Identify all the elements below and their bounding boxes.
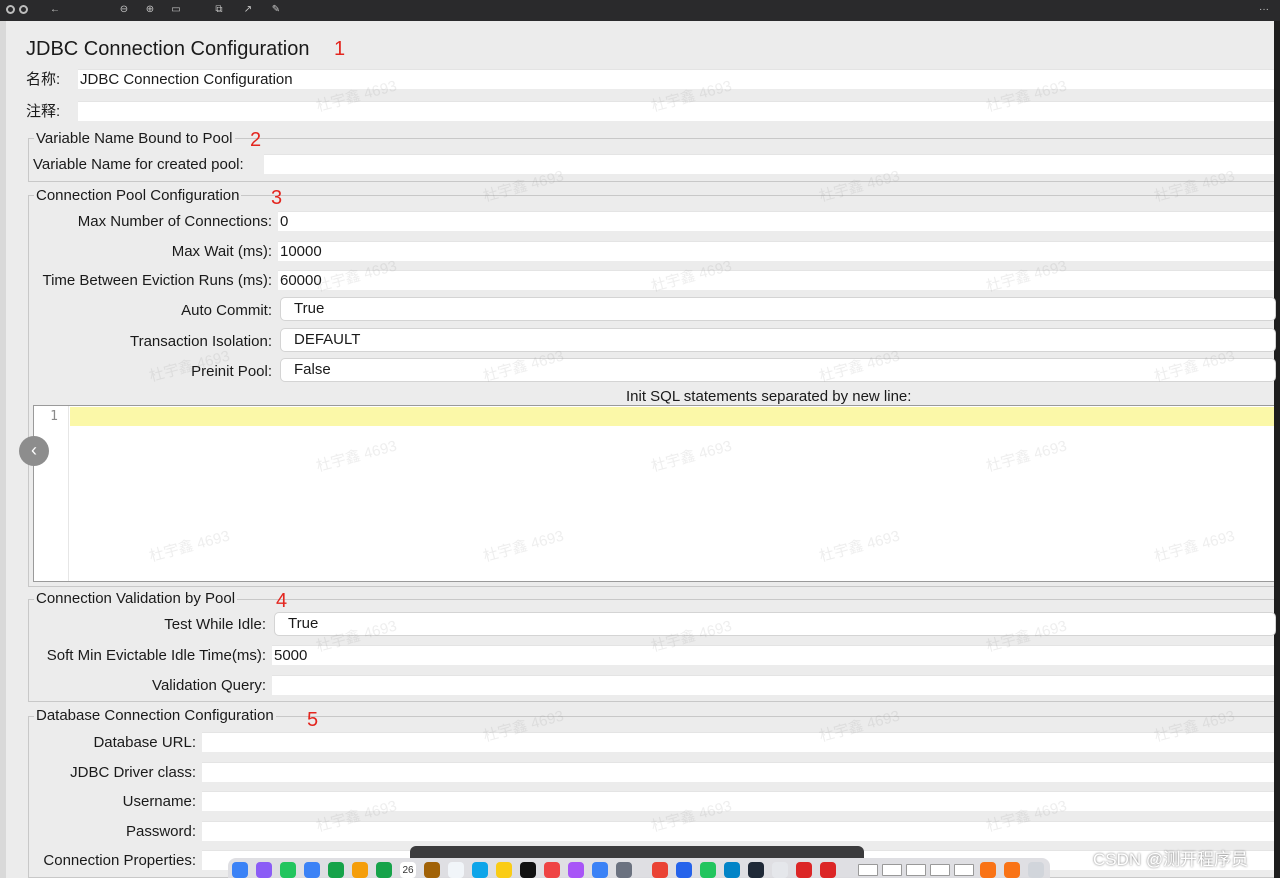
window-thumbnail[interactable]: [858, 864, 878, 876]
finder-icon[interactable]: [232, 862, 248, 878]
share-icon[interactable]: ↗: [241, 3, 255, 17]
comment-field[interactable]: [78, 101, 1274, 121]
pool-variable-field[interactable]: [264, 154, 1274, 174]
transaction-isolation-select[interactable]: DEFAULT: [280, 328, 1276, 352]
database-url-field[interactable]: [202, 732, 1274, 752]
eviction-runs-label: Time Between Eviction Runs (ms):: [42, 272, 272, 289]
password-field[interactable]: [202, 821, 1274, 841]
zoom-in-icon[interactable]: ⊕: [143, 3, 157, 17]
database-title: Database Connection Configuration: [34, 706, 276, 726]
annotation-marker: 2: [250, 129, 262, 151]
window-thumbnail[interactable]: [882, 864, 902, 876]
jmeter-icon[interactable]: [796, 862, 812, 878]
wechat-icon[interactable]: [700, 862, 716, 878]
previous-page-button[interactable]: ‹: [19, 436, 49, 466]
annotation-marker: 5: [307, 709, 319, 731]
page-title: JDBC Connection Configuration: [26, 38, 310, 60]
driver-class-field[interactable]: [202, 762, 1274, 782]
podcasts-icon[interactable]: [568, 862, 584, 878]
max-connections-field[interactable]: 0: [278, 211, 1274, 231]
name-field[interactable]: JDBC Connection Configuration: [78, 69, 1274, 89]
viewer-toolbar: ← ⊖ ⊕ ▭ ⧉ ↗ ✎ ···: [0, 0, 1280, 21]
annotation-marker: 3: [271, 187, 283, 209]
eviction-runs-field[interactable]: 60000: [278, 270, 1274, 290]
username-field[interactable]: [202, 791, 1274, 811]
contacts-icon[interactable]: [424, 862, 440, 878]
auto-commit-select[interactable]: True: [280, 297, 1276, 321]
name-label: 名称:: [26, 71, 61, 88]
notes-icon[interactable]: [496, 862, 512, 878]
tv-icon[interactable]: [520, 862, 536, 878]
photos-icon[interactable]: [352, 862, 368, 878]
feather-icon[interactable]: [1004, 862, 1020, 878]
messages-icon[interactable]: [280, 862, 296, 878]
trash-icon[interactable]: [1028, 862, 1044, 878]
annotation-marker: 1: [334, 38, 346, 60]
app-store-icon[interactable]: [592, 862, 608, 878]
validation-query-label: Validation Query:: [152, 677, 266, 694]
copy-icon[interactable]: ⧉: [212, 3, 226, 17]
test-while-idle-label: Test While Idle:: [164, 616, 266, 633]
cursor-icon[interactable]: [772, 862, 788, 878]
more-icon[interactable]: ···: [1254, 3, 1274, 17]
dock: 26: [228, 858, 1050, 878]
driver-class-label: JDBC Driver class:: [70, 764, 196, 781]
terminal-icon[interactable]: [748, 862, 764, 878]
pool-variable-label: Variable Name for created pool:: [33, 156, 244, 173]
safari-icon[interactable]: [472, 862, 488, 878]
settings-icon[interactable]: [616, 862, 632, 878]
facetime-icon[interactable]: [376, 862, 392, 878]
jmeter-icon[interactable]: [820, 862, 836, 878]
music-icon[interactable]: [544, 862, 560, 878]
feather-icon[interactable]: [980, 862, 996, 878]
username-label: Username:: [122, 793, 196, 810]
mail-icon[interactable]: [304, 862, 320, 878]
markup-icon[interactable]: ✎: [269, 3, 283, 17]
window-control-icon[interactable]: [19, 5, 28, 14]
launchpad-icon[interactable]: [256, 862, 272, 878]
annotation-marker: 4: [276, 590, 288, 612]
zoom-out-icon[interactable]: ⊖: [117, 3, 131, 17]
preinit-pool-select[interactable]: False: [280, 358, 1276, 382]
overlay-bar: [410, 846, 864, 858]
right-edge: [1274, 21, 1280, 878]
init-sql-label: Init SQL statements separated by new lin…: [626, 388, 912, 405]
feishu-icon[interactable]: [676, 862, 692, 878]
calendar-icon[interactable]: 26: [400, 862, 416, 878]
validation-query-field[interactable]: [272, 675, 1274, 695]
reminders-icon[interactable]: [448, 862, 464, 878]
validation-title: Connection Validation by Pool: [34, 589, 238, 609]
connection-pool-title: Connection Pool Configuration: [34, 186, 242, 206]
current-line-highlight: [70, 407, 1274, 426]
password-label: Password:: [125, 823, 196, 840]
csdn-watermark: CSDN @测开程序员: [1093, 850, 1249, 869]
max-wait-label: Max Wait (ms):: [171, 243, 272, 260]
fit-window-icon[interactable]: ▭: [169, 3, 183, 17]
max-wait-field[interactable]: 10000: [278, 241, 1274, 261]
chrome-icon[interactable]: [652, 862, 668, 878]
init-sql-editor[interactable]: 1: [33, 405, 1274, 582]
window-thumbnail[interactable]: [954, 864, 974, 876]
window-control-icon[interactable]: [6, 5, 15, 14]
line-number: 1: [50, 409, 58, 424]
transaction-isolation-label: Transaction Isolation:: [129, 333, 272, 350]
soft-min-idle-label: Soft Min Evictable Idle Time(ms):: [46, 647, 266, 664]
soft-min-idle-field[interactable]: 5000: [272, 645, 1274, 665]
connection-properties-label: Connection Properties:: [43, 852, 196, 869]
test-while-idle-select[interactable]: True: [274, 612, 1276, 636]
line-number-gutter: 1: [34, 406, 69, 581]
dingtalk-icon[interactable]: [724, 862, 740, 878]
auto-commit-label: Auto Commit:: [181, 302, 272, 319]
window-thumbnail[interactable]: [906, 864, 926, 876]
comment-label: 注释:: [26, 103, 61, 120]
max-connections-label: Max Number of Connections:: [77, 213, 272, 230]
maps-icon[interactable]: [328, 862, 344, 878]
back-icon[interactable]: ←: [48, 3, 62, 17]
database-url-label: Database URL:: [93, 734, 196, 751]
window-thumbnail[interactable]: [930, 864, 950, 876]
chevron-left-icon: ‹: [31, 440, 37, 460]
variable-name-title: Variable Name Bound to Pool: [34, 129, 235, 149]
preinit-pool-label: Preinit Pool:: [191, 363, 272, 380]
